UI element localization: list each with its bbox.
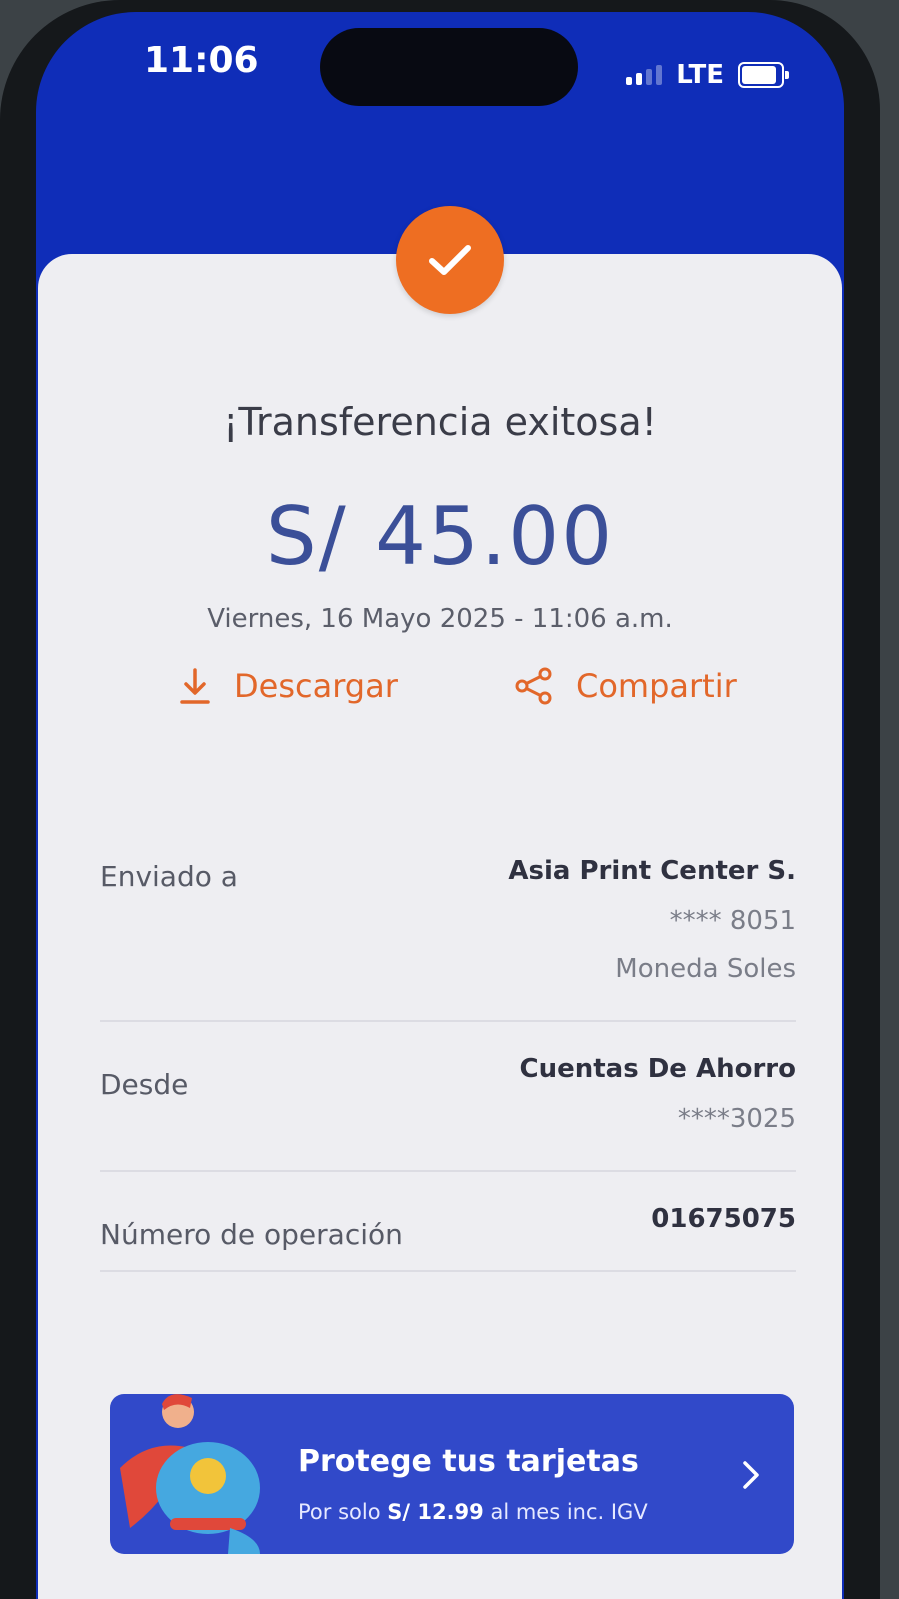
app-screen: 11:06 LTE ¡Transferencia exitosa! S/ 45.… (36, 12, 844, 1599)
promo-subtitle: Por solo S/ 12.99 al mes inc. IGV (298, 1500, 648, 1524)
recipient-currency: Moneda Soles (615, 954, 796, 984)
download-button[interactable]: Descargar (178, 666, 398, 706)
signal-icon (626, 65, 663, 85)
status-indicators: LTE (626, 60, 789, 90)
receipt-card: ¡Transferencia exitosa! S/ 45.00 Viernes… (38, 254, 842, 1599)
promo-sub-prefix: Por solo (298, 1500, 381, 1524)
recipient-name: Asia Print Center S. (508, 856, 796, 886)
divider (100, 1270, 796, 1272)
share-button[interactable]: Compartir (514, 666, 737, 706)
battery-icon (738, 62, 789, 88)
divider (100, 1020, 796, 1022)
sent-to-label: Enviado a (100, 860, 238, 893)
chevron-right-icon (743, 1461, 759, 1489)
promo-sub-suffix: al mes inc. IGV (490, 1500, 648, 1524)
protect-cards-banner[interactable]: Protege tus tarjetas Por solo S/ 12.99 a… (110, 1394, 794, 1554)
transfer-datetime: Viernes, 16 Mayo 2025 - 11:06 a.m. (207, 604, 673, 634)
status-time: 11:06 (144, 40, 259, 81)
superhero-illustration (120, 1394, 260, 1554)
download-label: Descargar (234, 667, 398, 705)
operation-label: Número de operación (100, 1218, 403, 1251)
check-icon (429, 245, 471, 275)
promo-price: S/ 12.99 (387, 1500, 484, 1524)
success-badge (396, 206, 504, 314)
recipient-account: **** 8051 (669, 906, 796, 936)
share-label: Compartir (576, 667, 737, 705)
success-title: ¡Transferencia exitosa! (223, 400, 657, 444)
dynamic-island (320, 28, 578, 106)
from-label: Desde (100, 1068, 189, 1101)
share-icon (515, 667, 552, 705)
phone-frame: 11:06 LTE ¡Transferencia exitosa! S/ 45.… (0, 0, 880, 1599)
transfer-amount: S/ 45.00 (265, 490, 615, 583)
divider (100, 1170, 796, 1172)
network-label: LTE (676, 60, 724, 90)
source-account: ****3025 (677, 1104, 796, 1134)
promo-title: Protege tus tarjetas (298, 1444, 639, 1479)
source-account-type: Cuentas De Ahorro (519, 1054, 796, 1084)
download-icon (180, 668, 210, 704)
operation-number: 01675075 (651, 1204, 796, 1234)
